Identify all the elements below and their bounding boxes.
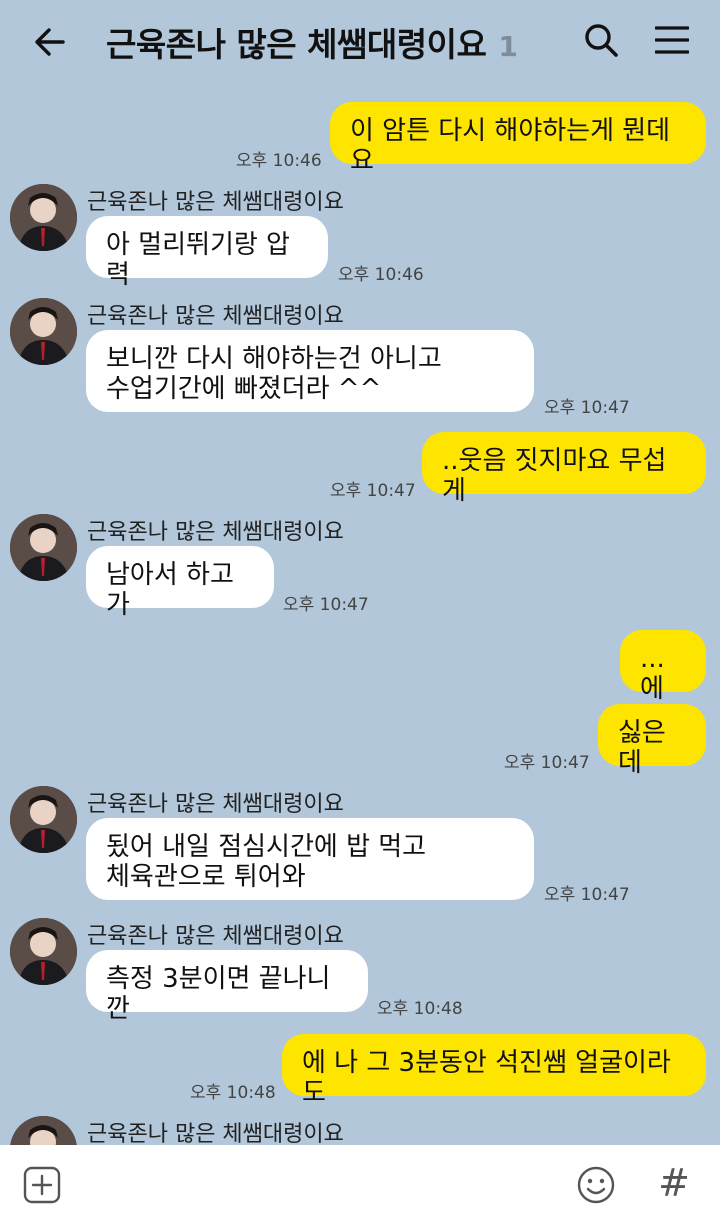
their-message-bubble[interactable]: 남아서 하고가 (86, 546, 274, 620)
chat-header: 근육존나 많은 체쌤대령이요 1 (0, 0, 720, 82)
my-message-bubble[interactable]: 싫은데 (598, 704, 706, 778)
sender-name: 근육존나 많은 체쌤대령이요 (87, 190, 344, 215)
sender-name: 근육존나 많은 체쌤대령이요 (87, 304, 344, 329)
sender-name: 근육존나 많은 체쌤대령이요 (87, 924, 344, 949)
message-time: 오후 10:46 (338, 265, 424, 285)
avatar[interactable] (10, 184, 77, 251)
back-button[interactable] (28, 20, 72, 64)
their-message-bubble[interactable]: 됬어 내일 점심시간에 밥 먹고 체육관으로 튀어와 (86, 818, 534, 900)
smiley-icon (577, 1166, 615, 1204)
profile-photo-icon (10, 786, 77, 853)
emoji-button[interactable] (576, 1165, 616, 1205)
message-time: 오후 10:46 (236, 151, 322, 171)
profile-photo-icon (10, 918, 77, 985)
sender-name: 근육존나 많은 체쌤대령이요 (87, 792, 344, 817)
chat-messages[interactable]: 이 암튼 다시 해야하는게 뭔데요 오후 10:46 근육존나 많은 체쌤대령이… (0, 82, 720, 1145)
message-input[interactable] (80, 1163, 564, 1213)
profile-photo-icon (10, 184, 77, 251)
their-message-bubble[interactable]: 아 멀리뛰기랑 압력 (86, 216, 328, 290)
avatar[interactable] (10, 514, 77, 581)
message-time: 오후 10:48 (190, 1083, 276, 1103)
plus-square-icon (23, 1166, 61, 1204)
chat-title: 근육존나 많은 체쌤대령이요 (106, 25, 487, 64)
avatar[interactable] (10, 1116, 77, 1145)
my-message-bubble[interactable]: 이 암튼 다시 해야하는게 뭔데요 (330, 102, 706, 176)
avatar[interactable] (10, 786, 77, 853)
message-time: 오후 10:47 (504, 753, 590, 773)
sender-name: 근육존나 많은 체쌤대령이요 (87, 1122, 344, 1145)
menu-button[interactable] (650, 18, 694, 62)
their-message-bubble[interactable]: 측정 3분이면 끝나니깐 (86, 950, 368, 1024)
search-button[interactable] (579, 18, 623, 62)
profile-photo-icon (10, 298, 77, 365)
member-count: 1 (498, 30, 518, 63)
chat-title-group: 근육존나 많은 체쌤대령이요 1 (106, 18, 518, 66)
message-time: 오후 10:47 (283, 595, 369, 615)
message-time: 오후 10:48 (377, 999, 463, 1019)
message-time: 오후 10:47 (544, 885, 630, 905)
search-icon (585, 24, 618, 57)
attach-button[interactable] (22, 1165, 62, 1205)
my-message-bubble[interactable]: 에 나 그 3분동안 석진쌤 얼굴이라도 (282, 1034, 706, 1108)
sender-name: 근육존나 많은 체쌤대령이요 (87, 520, 344, 545)
profile-photo-icon (10, 1116, 77, 1145)
their-message-bubble[interactable]: 보니깐 다시 해야하는건 아니고 수업기간에 빠졌더라 ^^ (86, 330, 534, 412)
my-message-bubble[interactable]: ...에 (620, 630, 706, 704)
arrow-left-icon (35, 28, 65, 56)
avatar[interactable] (10, 298, 77, 365)
message-time: 오후 10:47 (330, 481, 416, 501)
profile-photo-icon (10, 514, 77, 581)
hashtag-search-button[interactable]: # (654, 1161, 694, 1205)
message-time: 오후 10:47 (544, 398, 630, 418)
hamburger-menu-icon (655, 26, 689, 54)
avatar[interactable] (10, 918, 77, 985)
my-message-bubble[interactable]: ..웃음 짓지마요 무섭게 (422, 432, 706, 506)
message-input-bar: # (0, 1145, 720, 1229)
